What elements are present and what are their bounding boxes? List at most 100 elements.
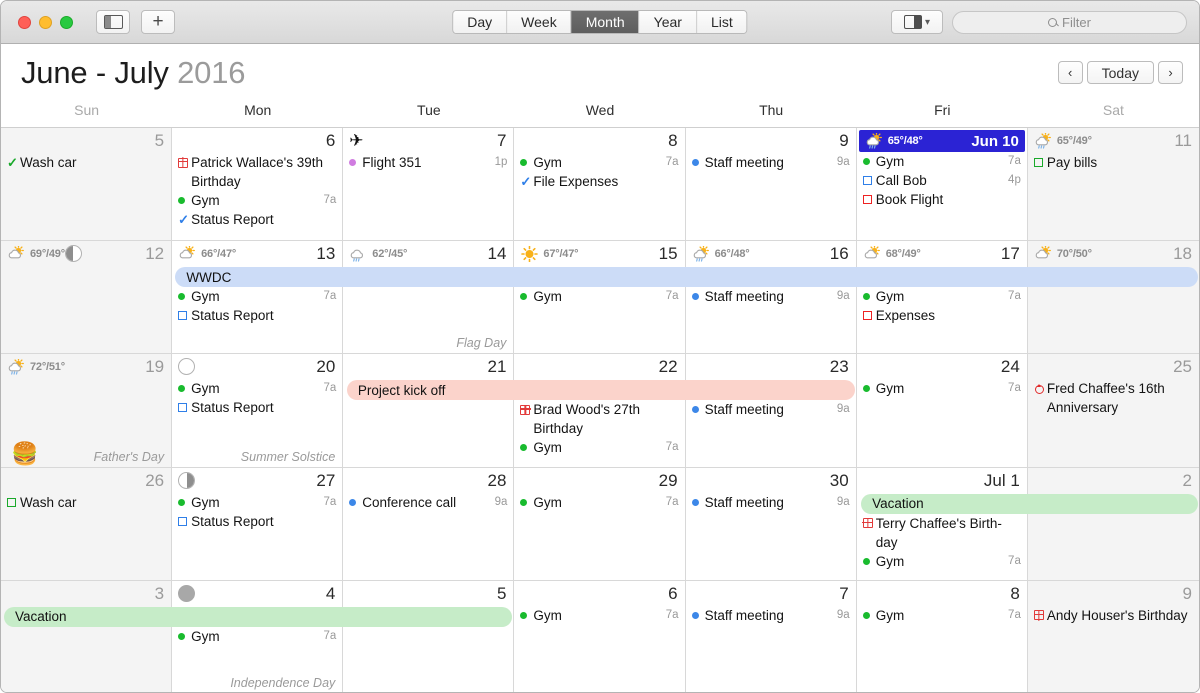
- event-item[interactable]: Terry Chaffee's Birth-day: [862, 514, 1021, 552]
- today-button[interactable]: Today: [1086, 61, 1154, 84]
- event-item[interactable]: Gym 7a: [520, 493, 679, 512]
- day-cell-5[interactable]: 5 ✓ Wash car: [1, 128, 173, 242]
- event-item[interactable]: Expenses: [862, 306, 1021, 325]
- tab-day[interactable]: Day: [453, 11, 508, 33]
- add-event-button[interactable]: +: [141, 10, 175, 34]
- event-item[interactable]: Gym 7a: [178, 379, 336, 398]
- tab-month[interactable]: Month: [571, 11, 640, 33]
- event-list: Gym 7a Status Report: [172, 493, 342, 531]
- day-cell-jun-10[interactable]: 65°/48° Jun 10 Gym 7a Call Bob 4p Book Flight: [856, 128, 1028, 242]
- day-cell-14[interactable]: 62°/45° 14 Flag Day: [343, 241, 515, 355]
- multi-day-event-banner[interactable]: WWDC: [175, 267, 1198, 288]
- filter-input[interactable]: Filter: [952, 10, 1187, 34]
- event-time: 9a: [836, 608, 850, 621]
- next-month-button[interactable]: ›: [1158, 61, 1183, 84]
- event-item[interactable]: Call Bob 4p: [862, 171, 1021, 190]
- event-item[interactable]: Staff meeting 9a: [691, 493, 850, 512]
- event-item[interactable]: Status Report: [178, 306, 336, 325]
- event-item[interactable]: Gym 7a: [862, 152, 1021, 171]
- day-cell-24[interactable]: 24 Gym 7a: [856, 354, 1028, 468]
- event-item[interactable]: Gym 7a: [862, 287, 1021, 306]
- event-time: 7a: [665, 441, 679, 454]
- day-cell-13[interactable]: 66°/47° 13 Gym 7a Status Report: [172, 241, 344, 355]
- day-cell-20[interactable]: 20 Gym 7a Status Report Summer Solstice: [172, 354, 344, 468]
- event-item[interactable]: Book Flight: [862, 190, 1021, 209]
- event-item[interactable]: ✓ Status Report: [178, 210, 336, 229]
- day-cell-9[interactable]: 9 Staff meeting 9a: [685, 128, 857, 242]
- event-item[interactable]: Gym 7a: [178, 287, 336, 306]
- day-cell-15[interactable]: 67°/47° 15 Gym 7a: [514, 241, 686, 355]
- event-item[interactable]: Gym 7a: [520, 438, 679, 457]
- event-item[interactable]: Status Report: [178, 398, 336, 417]
- day-cell-9[interactable]: 9 Andy Houser's Birthday: [1027, 580, 1199, 692]
- event-item[interactable]: Fred Chaffee's 16th Anniversary: [1034, 379, 1193, 417]
- multi-day-event-banner[interactable]: Project kick off: [346, 380, 856, 401]
- event-time: 7a: [323, 629, 337, 642]
- event-item[interactable]: Gym 7a: [862, 379, 1021, 398]
- day-cell-21[interactable]: 21: [343, 354, 515, 468]
- day-cell-29[interactable]: 29 Gym 7a: [514, 467, 686, 581]
- event-dot-green-icon: [178, 385, 186, 393]
- close-button[interactable]: [18, 15, 31, 29]
- day-cell-11[interactable]: 65°/49° 11 Pay bills: [1027, 128, 1199, 242]
- tab-year[interactable]: Year: [639, 11, 697, 33]
- day-cell-jul-1[interactable]: Jul 1 Terry Chaffee's Birth-day Gym 7a: [856, 467, 1028, 581]
- event-item[interactable]: Pay bills: [1033, 153, 1193, 172]
- event-item[interactable]: Staff meeting 9a: [691, 606, 850, 625]
- day-cell-25[interactable]: 25 Fred Chaffee's 16th Anniversary: [1027, 354, 1199, 468]
- event-item[interactable]: Staff meeting 9a: [691, 400, 850, 419]
- event-item[interactable]: Patrick Wallace's 39th Birthday: [177, 153, 336, 191]
- event-list: Gym 7a: [857, 379, 1027, 398]
- day-cell-8[interactable]: 8 Gym 7a: [856, 580, 1028, 692]
- event-item[interactable]: Conference call 9a: [349, 493, 507, 512]
- event-item[interactable]: Brad Wood's 27th Birthday: [520, 400, 678, 438]
- tab-week[interactable]: Week: [507, 11, 572, 33]
- tab-list[interactable]: List: [696, 11, 747, 33]
- event-item[interactable]: Gym 7a: [862, 606, 1021, 625]
- day-cell-30[interactable]: 30 Staff meeting 9a: [685, 467, 857, 581]
- day-cell-6[interactable]: 6 Gym 7a: [514, 580, 686, 692]
- multi-day-event-banner[interactable]: Vacation: [4, 606, 513, 627]
- event-item[interactable]: Gym 7a: [520, 153, 679, 172]
- event-item[interactable]: Staff meeting 9a: [691, 287, 850, 306]
- event-item[interactable]: Gym 7a: [178, 191, 336, 210]
- sidebar-toggle-button[interactable]: [96, 10, 130, 34]
- previous-month-button[interactable]: ‹: [1057, 61, 1083, 84]
- event-item[interactable]: Status Report: [178, 512, 336, 531]
- day-cell-4[interactable]: 4 Gym 7a Independence Day: [172, 580, 344, 692]
- day-cell-28[interactable]: 28 Conference call 9a: [343, 467, 515, 581]
- event-title: Status Report: [191, 400, 274, 416]
- day-cell-27[interactable]: 27 Gym 7a Status Report: [172, 467, 344, 581]
- event-item[interactable]: Wash car: [7, 493, 165, 512]
- day-cell-18[interactable]: 70°/50° 18: [1027, 241, 1199, 355]
- day-cell-19[interactable]: 72°/51° 19 🍔 Father's Day: [1, 354, 173, 468]
- day-cell-3[interactable]: 3: [1, 580, 173, 692]
- event-item[interactable]: Flight 351 1p: [349, 153, 507, 172]
- event-item[interactable]: Staff meeting 9a: [691, 153, 850, 172]
- event-item[interactable]: Gym 7a: [862, 552, 1021, 571]
- event-item[interactable]: ✓ File Expenses: [520, 172, 678, 191]
- day-cell-2[interactable]: 2: [1027, 467, 1199, 581]
- event-item[interactable]: Gym 7a: [178, 627, 336, 646]
- event-item[interactable]: Andy Houser's Birthday: [1033, 606, 1193, 625]
- view-segmented-control[interactable]: Day Week Month Year List: [452, 10, 748, 34]
- day-cell-26[interactable]: 26 Wash car: [1, 467, 173, 581]
- day-cell-7[interactable]: ✈ 7 Flight 351 1p: [343, 128, 515, 242]
- day-cell-16[interactable]: 66°/48° 16 Staff meeting 9a: [685, 241, 857, 355]
- event-item[interactable]: Gym 7a: [520, 287, 679, 306]
- maximize-button[interactable]: [60, 15, 73, 29]
- day-cell-6[interactable]: 6 Patrick Wallace's 39th Birthday Gym 7a ✓ St…: [172, 128, 344, 242]
- multi-day-event-banner[interactable]: Vacation: [861, 493, 1198, 514]
- minimize-button[interactable]: [39, 15, 52, 29]
- day-cell-7[interactable]: 7 Staff meeting 9a: [685, 580, 857, 692]
- day-cell-5[interactable]: 5: [343, 580, 515, 692]
- day-cell-23[interactable]: 23 Staff meeting 9a: [685, 354, 857, 468]
- day-cell-8[interactable]: 8 Gym 7a ✓ File Expenses: [514, 128, 686, 242]
- day-cell-17[interactable]: 68°/49° 17 Gym 7a Expenses: [856, 241, 1028, 355]
- day-cell-22[interactable]: 22 Brad Wood's 27th Birthday Gym 7a: [514, 354, 686, 468]
- event-item[interactable]: ✓ Wash car: [7, 153, 165, 172]
- event-item[interactable]: Gym 7a: [178, 493, 336, 512]
- day-cell-12[interactable]: 69°/49° 12: [1, 241, 173, 355]
- view-options-button[interactable]: ▾: [891, 10, 943, 34]
- event-item[interactable]: Gym 7a: [520, 606, 679, 625]
